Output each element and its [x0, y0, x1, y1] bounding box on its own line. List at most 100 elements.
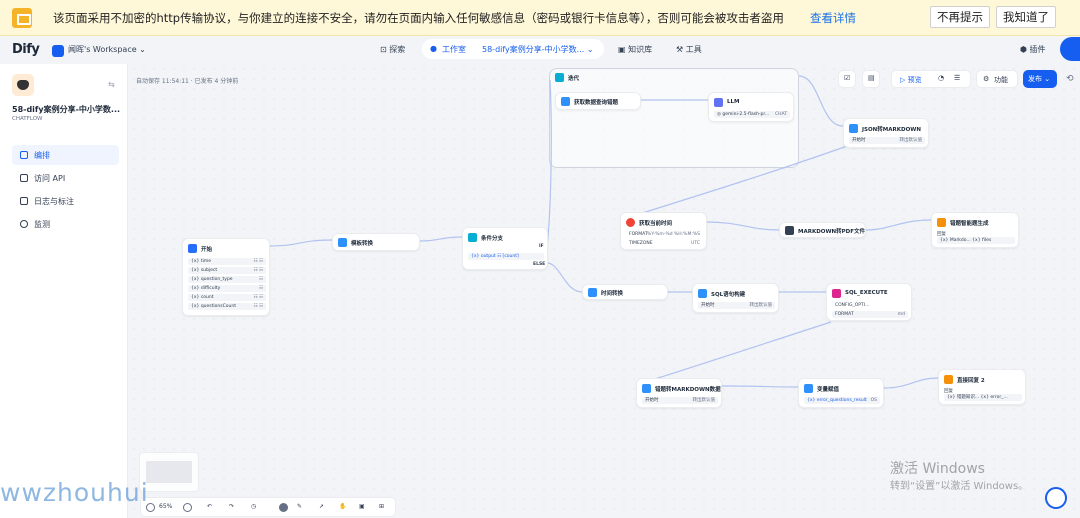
canvas-bottom-toolbar: 65% ↶ ↷ ◷ ✎ ➚ ✋ ▣ ⊞: [140, 497, 396, 517]
app-title: 58-dify案例分享-中小学数...: [12, 105, 121, 114]
sidebar-item-logs[interactable]: 日志与标注: [12, 191, 119, 211]
sidebar-item-label: 日志与标注: [34, 197, 74, 206]
node-get-current-time[interactable]: 获取当前时间 FORMAT %Y-%m-%d %H:%M:%S TIMEZONE U…: [620, 212, 707, 250]
nav-explore[interactable]: ⊡ 探索: [380, 44, 405, 55]
dont-show-again-button[interactable]: 不再提示: [930, 6, 990, 28]
pdf-icon: [785, 226, 794, 235]
studio-icon: ●: [430, 44, 437, 53]
node-llm[interactable]: LLM ◎ gemini-2.5-flash-pr... CHAT: [708, 92, 794, 122]
author-watermark: wwzhouhui: [0, 478, 149, 507]
start-var-row: {x} time ☷ ☷: [188, 258, 266, 265]
workspace-icon: [52, 45, 64, 57]
answer-icon: [944, 375, 953, 384]
node-sql-build[interactable]: SQL语句构建 开始时 转出默认值: [692, 283, 779, 313]
node-answer-2[interactable]: 直接回复 2 回复 {x} 错题知识... {x} error_...: [938, 369, 1026, 405]
features-icon: ⚙: [983, 75, 990, 83]
got-it-button[interactable]: 我知道了: [996, 6, 1056, 28]
node-sql-execute[interactable]: SQL_EXECUTE CONFIG_OPTI... FORMAT md: [826, 283, 912, 321]
security-warning-banner: 该页面采用不加密的http传输协议，与你建立的连接不安全，请勿在页面内输入任何敏…: [0, 0, 1080, 36]
undo-icon[interactable]: ↶: [207, 503, 212, 510]
sidebar-toggle-icon[interactable]: ⇆: [108, 80, 115, 89]
node-if-else[interactable]: 条件分支 IF {x} output ☷ [count] ELSE: [462, 227, 548, 270]
assign-row: {x} error_questions_result OS: [804, 397, 880, 404]
view-details-link[interactable]: 查看详情: [810, 10, 856, 26]
sidebar-item-label: 访问 API: [34, 174, 66, 183]
history-icon[interactable]: ◔: [938, 74, 944, 82]
preview-button[interactable]: ▷ 预览: [900, 75, 922, 85]
node-json-to-markdown[interactable]: JSON转MARKDOWN 开始时 转出默认值: [843, 118, 929, 148]
param-row: 开始时 转出默认值: [642, 397, 718, 404]
llm-icon: [714, 98, 723, 107]
env-icon: ▤: [868, 74, 875, 82]
pointer-icon[interactable]: ➚: [319, 503, 324, 510]
top-navigation: Dify 闻晖's Workspace ⌄ ⊡ 探索 ● 工作室 58-dify…: [0, 36, 1080, 64]
checklist-button[interactable]: ☑: [838, 70, 856, 88]
run-list-icon[interactable]: ☰: [954, 74, 960, 82]
node-title: 直接回复 2: [957, 378, 985, 384]
redo-icon[interactable]: ↷: [229, 503, 234, 510]
app-breadcrumb[interactable]: 58-dify案例分享-中小学数... ⌄: [482, 44, 594, 55]
features-button[interactable]: ⚙ 功能: [976, 70, 1018, 88]
windows-activation-hint: 转到“设置”以激活 Windows。: [890, 481, 1029, 492]
start-var-row: {x} subject ☷ ☷: [188, 267, 266, 274]
node-questions-to-markdown[interactable]: 错题转MARKDOWN数据 开始时 转出默认值: [636, 378, 722, 408]
node-title: 时间转换: [601, 291, 624, 297]
param-row: 开始时 转出默认值: [698, 302, 775, 309]
zoom-level[interactable]: 65%: [159, 503, 172, 510]
nav-knowledge[interactable]: ▣ 知识库: [618, 44, 652, 55]
features-label: 功能: [994, 76, 1008, 84]
node-title: 变量赋值: [817, 387, 840, 393]
node-title: JSON转MARKDOWN: [862, 127, 921, 133]
terminal-icon: [20, 174, 28, 182]
node-title: 获取当前时间: [639, 221, 673, 227]
checklist-icon: ☑: [844, 74, 851, 82]
layout-icon: [20, 151, 28, 159]
start-var-row: {x} question_type ☷: [188, 276, 266, 283]
help-fab[interactable]: [1045, 487, 1067, 509]
home-icon: [188, 244, 197, 253]
node-markdown-to-pdf[interactable]: MARKDOWN转PDF文件: [779, 222, 866, 238]
nav-tools[interactable]: ⚒ 工具: [676, 44, 702, 55]
add-node-icon[interactable]: [279, 503, 288, 512]
code-icon: [588, 288, 597, 297]
node-title: 错题转MARKDOWN数据: [655, 387, 721, 393]
sidebar-item-api[interactable]: 访问 API: [12, 168, 119, 188]
workspace-selector[interactable]: 闻晖's Workspace ⌄: [68, 44, 146, 55]
param-row: TIMEZONE UTC: [629, 241, 700, 246]
hand-icon[interactable]: ✋: [339, 503, 346, 510]
nav-plugins[interactable]: ⬢ 插件: [1020, 44, 1046, 55]
add-note-icon[interactable]: ✎: [297, 503, 302, 510]
answer-row: {x} 错题知识... {x} error_...: [944, 394, 1022, 401]
branch-icon: [468, 233, 477, 242]
node-start[interactable]: 开始 {x} time ☷ ☷ {x} subject ☷ ☷ {x} questi…: [182, 238, 270, 316]
sidebar-item-monitor[interactable]: 监测: [12, 214, 119, 234]
env-button[interactable]: ▤: [862, 70, 880, 88]
publish-button[interactable]: 发布 ⌄: [1023, 70, 1057, 88]
node-answer-1[interactable]: 错题智能题生成 回复 {x} Markdo... {x} files: [931, 212, 1019, 248]
condition-row: {x} output ☷ [count]: [468, 253, 544, 260]
code-icon: [642, 384, 651, 393]
app-avatar-icon: [12, 74, 34, 96]
sidebar-item-orchestrate[interactable]: 编排: [12, 145, 119, 165]
node-title: MARKDOWN转PDF文件: [798, 229, 865, 235]
http-icon: [561, 97, 570, 106]
node-variable-assigner[interactable]: 变量赋值 {x} error_questions_result OS: [798, 378, 884, 408]
app-sidebar: ⇆ 58-dify案例分享-中小学数... CHATFLOW 编排 访问 API…: [0, 64, 128, 518]
file-icon: [20, 197, 28, 205]
node-fetch-wrong-questions[interactable]: 获取数据查询错题: [555, 92, 641, 110]
export-image-icon[interactable]: ▣: [359, 503, 365, 510]
sidebar-item-label: 编排: [34, 151, 50, 160]
avatar[interactable]: [1060, 37, 1080, 61]
nav-studio[interactable]: ● 工作室 58-dify案例分享-中小学数... ⌄: [422, 39, 604, 59]
zoom-in-icon[interactable]: [183, 503, 192, 512]
dify-logo[interactable]: Dify: [12, 42, 40, 57]
preview-group: ▷ 预览 ◔ ☰: [891, 70, 971, 88]
history-icon[interactable]: ◷: [251, 503, 256, 510]
node-time-conversion[interactable]: 时间转换: [582, 284, 668, 300]
node-title: SQL_EXECUTE: [845, 290, 888, 296]
database-icon: [832, 289, 841, 298]
organize-icon[interactable]: ⊞: [379, 503, 384, 510]
node-template-transform[interactable]: 模板转换: [332, 233, 420, 251]
version-history-icon[interactable]: ⟲: [1066, 74, 1074, 84]
iteration-icon: [555, 73, 564, 82]
